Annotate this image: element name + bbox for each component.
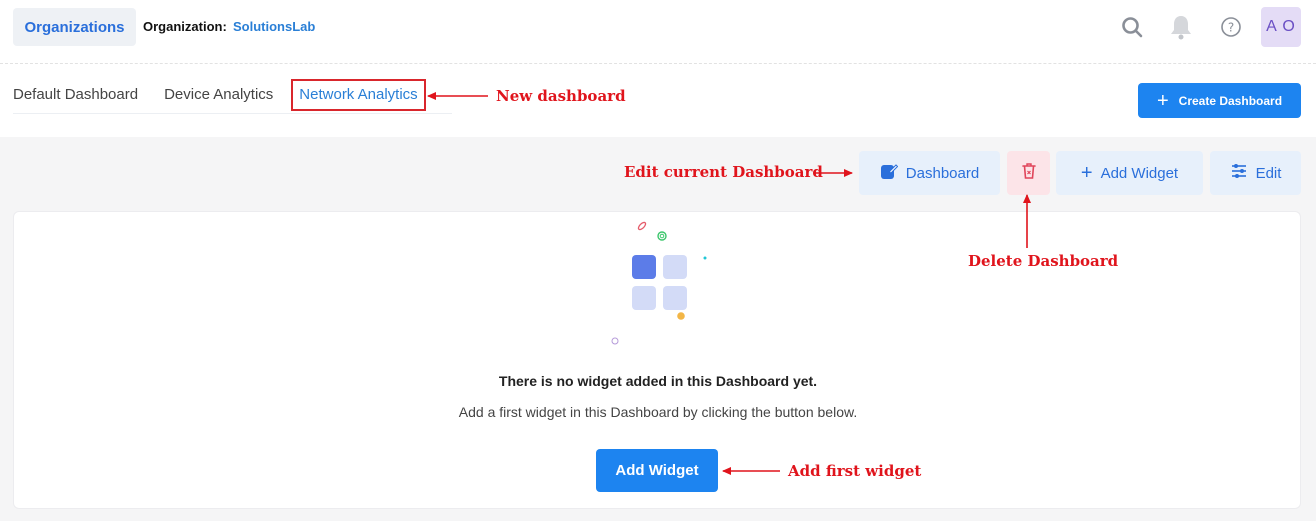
- annotation-new-dashboard: New dashboard: [496, 87, 626, 105]
- annotation-add-first-widget: Add first widget: [788, 462, 922, 480]
- annotation-edit-current: Edit current Dashboard: [624, 163, 823, 181]
- annotation-delete-dashboard: Delete Dashboard: [968, 252, 1119, 270]
- annotation-arrows: [427, 92, 1031, 475]
